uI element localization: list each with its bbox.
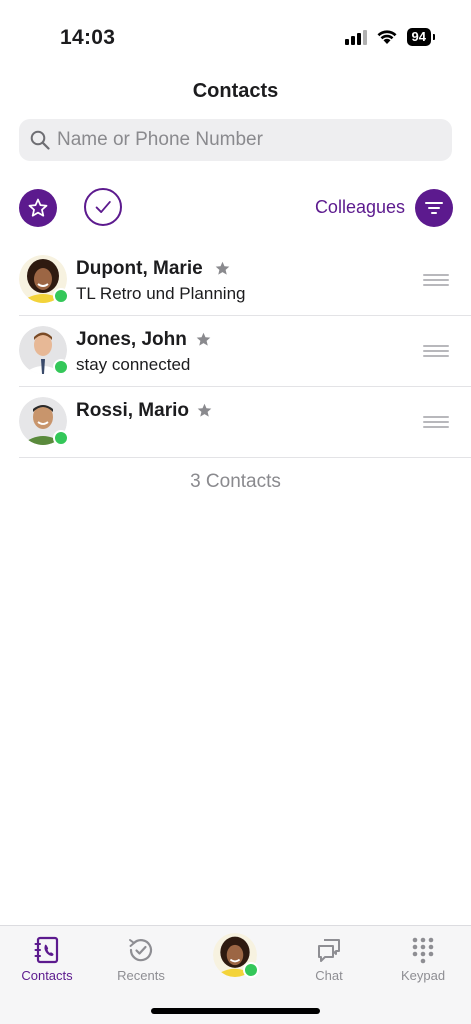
drag-handle-icon[interactable] [423,416,449,428]
presence-available-icon [243,962,259,978]
avatar [19,326,69,375]
contact-count: 3 Contacts [190,471,281,492]
group-filter-button[interactable] [415,189,453,227]
search-input[interactable] [57,129,437,151]
contacts-book-icon [32,935,62,965]
status-icons: 94 [344,28,436,46]
contact-list: Dupont, Marie TL Retro und Planning Jone… [19,245,471,458]
favorite-star-icon [196,402,213,424]
tab-contacts[interactable]: Contacts [0,926,94,996]
search-icon [29,129,51,151]
contact-row[interactable]: Rossi, Mario [19,387,471,458]
keypad-icon [408,935,438,965]
contact-name: Rossi, Mario [76,400,189,421]
home-indicator [151,1008,320,1014]
cellular-signal-icon [344,29,367,45]
filter-lines-icon [425,202,443,214]
available-filter-button[interactable] [84,188,122,226]
avatar [19,255,69,304]
wifi-icon [376,29,398,45]
tab-my-profile[interactable] [188,926,282,996]
tab-label: Recents [117,968,165,983]
checkmark-icon [95,201,111,213]
contact-status-text: TL Retro und Planning [76,284,246,303]
tab-label: Keypad [400,968,446,983]
contact-name: Dupont, Marie [76,258,203,279]
presence-available-icon [53,430,69,446]
tab-chat[interactable]: Chat [282,926,376,996]
tab-label: Chat [315,968,343,983]
group-filter-label[interactable]: Colleagues [315,197,405,218]
favorite-star-icon [214,260,231,282]
status-bar: 14:03 94 [0,0,471,64]
my-avatar [213,933,259,978]
favorites-filter-button[interactable] [19,189,57,227]
search-bar[interactable] [19,119,452,161]
contact-row[interactable]: Dupont, Marie TL Retro und Planning [19,245,471,316]
battery-indicator: 94 [406,28,436,46]
tab-recents[interactable]: Recents [94,926,188,996]
recents-clock-icon [126,935,156,965]
contact-status-text: stay connected [76,355,191,374]
tab-keypad[interactable]: Keypad [376,926,470,996]
status-time: 14:03 [60,26,116,49]
contact-name: Jones, John [76,329,187,350]
chat-bubbles-icon [314,935,344,965]
contact-row[interactable]: Jones, John stay connected [19,316,471,387]
presence-available-icon [53,359,69,375]
tab-label: Contacts [21,968,73,983]
avatar [19,397,69,446]
page-title: Contacts [192,80,279,102]
presence-available-icon [53,288,69,304]
star-outline-icon [28,198,48,217]
favorite-star-icon [195,331,212,353]
contacts-screen: 14:03 94 Contacts Name or Phone Number C… [0,0,471,1024]
drag-handle-icon[interactable] [423,274,449,286]
drag-handle-icon[interactable] [423,345,449,357]
